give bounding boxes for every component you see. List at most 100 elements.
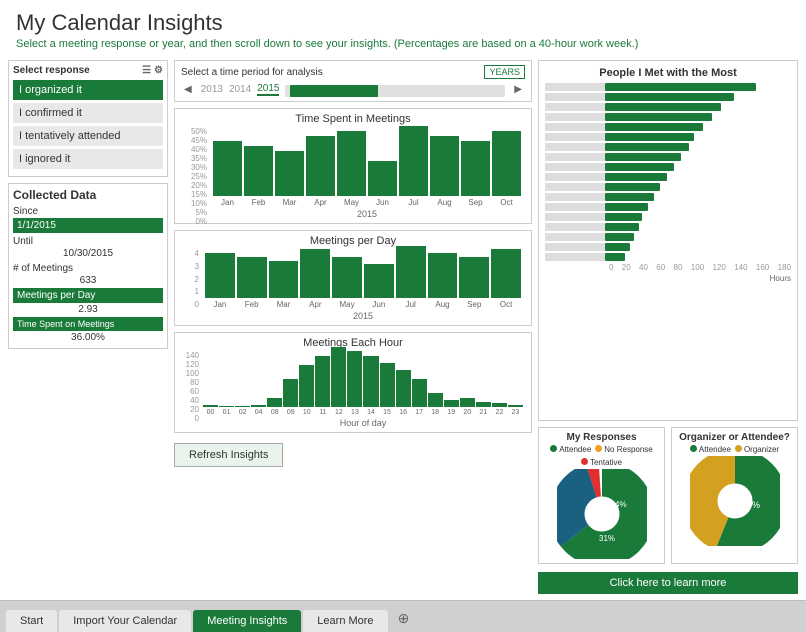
bar-hour — [299, 365, 314, 407]
bar-label: Jun — [372, 300, 385, 309]
bar-label: Jan — [221, 198, 234, 207]
time-spent-label: Time Spent on Meetings — [13, 317, 163, 331]
bar — [237, 257, 267, 298]
bar — [269, 261, 299, 299]
time-selector-label: Select a time period for analysis — [181, 67, 323, 78]
next-arrow[interactable]: ▶ — [511, 84, 525, 95]
bar — [461, 141, 490, 196]
meetings-per-day-chart: Meetings per Day 43210 JanFebMarAprMayJu… — [174, 230, 532, 326]
bar — [300, 249, 330, 298]
bar-col: Jul — [399, 126, 428, 207]
bottom-row: Refresh Insights — [174, 439, 532, 469]
bar-label-hour: 10 — [303, 409, 311, 416]
middle-panel: Select a time period for analysis YEARS … — [174, 60, 532, 594]
collected-data-title: Collected Data — [13, 188, 163, 202]
response-btn-confirmed[interactable]: I confirmed it — [13, 103, 163, 123]
horiz-bar — [605, 193, 654, 201]
tab-meeting-insights[interactable]: Meeting Insights — [193, 610, 301, 632]
bar-label: Oct — [500, 300, 512, 309]
response-btn-organized[interactable]: I organized it — [13, 80, 163, 100]
horiz-bar-row — [545, 243, 791, 251]
year-tab-2015[interactable]: 2015 — [257, 83, 279, 96]
bar-label-hour: 13 — [351, 409, 359, 416]
tab-import[interactable]: Import Your Calendar — [59, 610, 191, 632]
horiz-bar-row — [545, 233, 791, 241]
horiz-bar-row — [545, 173, 791, 181]
year-tabs: ◀ 2013 2014 2015 ▶ — [181, 82, 525, 97]
meetings-value: 633 — [13, 274, 163, 287]
bar-col: Mar — [275, 151, 304, 207]
bar-label-hour: 00 — [207, 409, 215, 416]
horiz-bar — [605, 203, 648, 211]
person-name-label — [545, 183, 605, 191]
bar-hour — [444, 400, 459, 407]
refresh-button[interactable]: Refresh Insights — [174, 443, 283, 467]
bar-label: Jan — [213, 300, 226, 309]
bar-col: 18 — [428, 393, 443, 416]
people-chart: People I Met with the Most 0204060801001… — [538, 60, 798, 421]
bar-hour — [235, 406, 250, 407]
bar-hour — [203, 405, 218, 407]
horiz-bar-row — [545, 123, 791, 131]
bar — [491, 249, 521, 298]
horiz-bar — [605, 243, 630, 251]
year-tab-2014[interactable]: 2014 — [229, 84, 251, 95]
bar-hour — [492, 403, 507, 407]
bar — [213, 141, 242, 196]
bar-label-hour: 21 — [479, 409, 487, 416]
settings-icon[interactable]: ⚙ — [154, 65, 163, 76]
meetings-per-day-y: 43210 — [181, 249, 201, 309]
app-container: My Calendar Insights Select a meeting re… — [0, 0, 806, 632]
bar-col: Oct — [491, 249, 521, 309]
years-label[interactable]: YEARS — [484, 65, 525, 79]
bar-hour — [331, 347, 346, 407]
bar-label-hour: 17 — [415, 409, 423, 416]
prev-arrow[interactable]: ◀ — [181, 84, 195, 95]
bar-col: Apr — [306, 136, 335, 207]
bar-hour — [476, 402, 491, 407]
bar-label-hour: 11 — [319, 409, 326, 416]
bar — [306, 136, 335, 196]
bar-col: 11 — [315, 356, 330, 416]
since-value: 1/1/2015 — [13, 218, 163, 233]
horiz-bar — [605, 133, 694, 141]
bar — [205, 253, 235, 298]
horiz-bar — [605, 163, 674, 171]
horiz-bar-row — [545, 153, 791, 161]
bar-label: Jul — [408, 198, 418, 207]
per-day-label: Meetings per Day — [13, 288, 163, 303]
bar-col: 02 — [235, 406, 250, 416]
my-responses-pie: 65% 31% 4% — [557, 469, 647, 559]
select-response-header: Select response ☰ ⚙ — [13, 65, 163, 76]
tab-add-button[interactable]: ⊕ — [390, 605, 418, 632]
tab-learn-more[interactable]: Learn More — [303, 610, 387, 632]
bar-col: 14 — [363, 356, 378, 416]
person-name-label — [545, 213, 605, 221]
bar-col: Jul — [396, 246, 426, 310]
bar-label-hour: 23 — [512, 409, 520, 416]
bar-col: 16 — [396, 370, 411, 416]
time-selector: Select a time period for analysis YEARS … — [174, 60, 532, 102]
meetings-per-day-chart-row: 43210 JanFebMarAprMayJunJulAugSepOct 201… — [181, 249, 525, 321]
until-label: Until — [13, 236, 163, 247]
bar — [428, 253, 458, 298]
bar-label: Oct — [500, 198, 512, 207]
person-name-label — [545, 83, 605, 91]
horiz-bar — [605, 93, 734, 101]
learn-more-button[interactable]: Click here to learn more — [538, 572, 798, 594]
subtitle: Select a meeting response or year, and t… — [16, 38, 790, 50]
since-label: Since — [13, 206, 163, 217]
year-tab-2013[interactable]: 2013 — [201, 84, 223, 95]
bar-label-hour: 15 — [383, 409, 391, 416]
tab-start[interactable]: Start — [6, 610, 57, 632]
horiz-bar — [605, 103, 721, 111]
bar-col: 22 — [492, 403, 507, 416]
bar — [430, 136, 459, 196]
bar-hour — [508, 405, 523, 407]
meetings-per-day-bars: JanFebMarAprMayJunJulAugSepOct — [201, 249, 525, 309]
response-btn-ignored[interactable]: I ignored it — [13, 149, 163, 169]
filter-icon[interactable]: ☰ — [142, 65, 151, 76]
bar — [275, 151, 304, 196]
response-btn-tentative[interactable]: I tentatively attended — [13, 126, 163, 146]
horiz-bar-row — [545, 193, 791, 201]
